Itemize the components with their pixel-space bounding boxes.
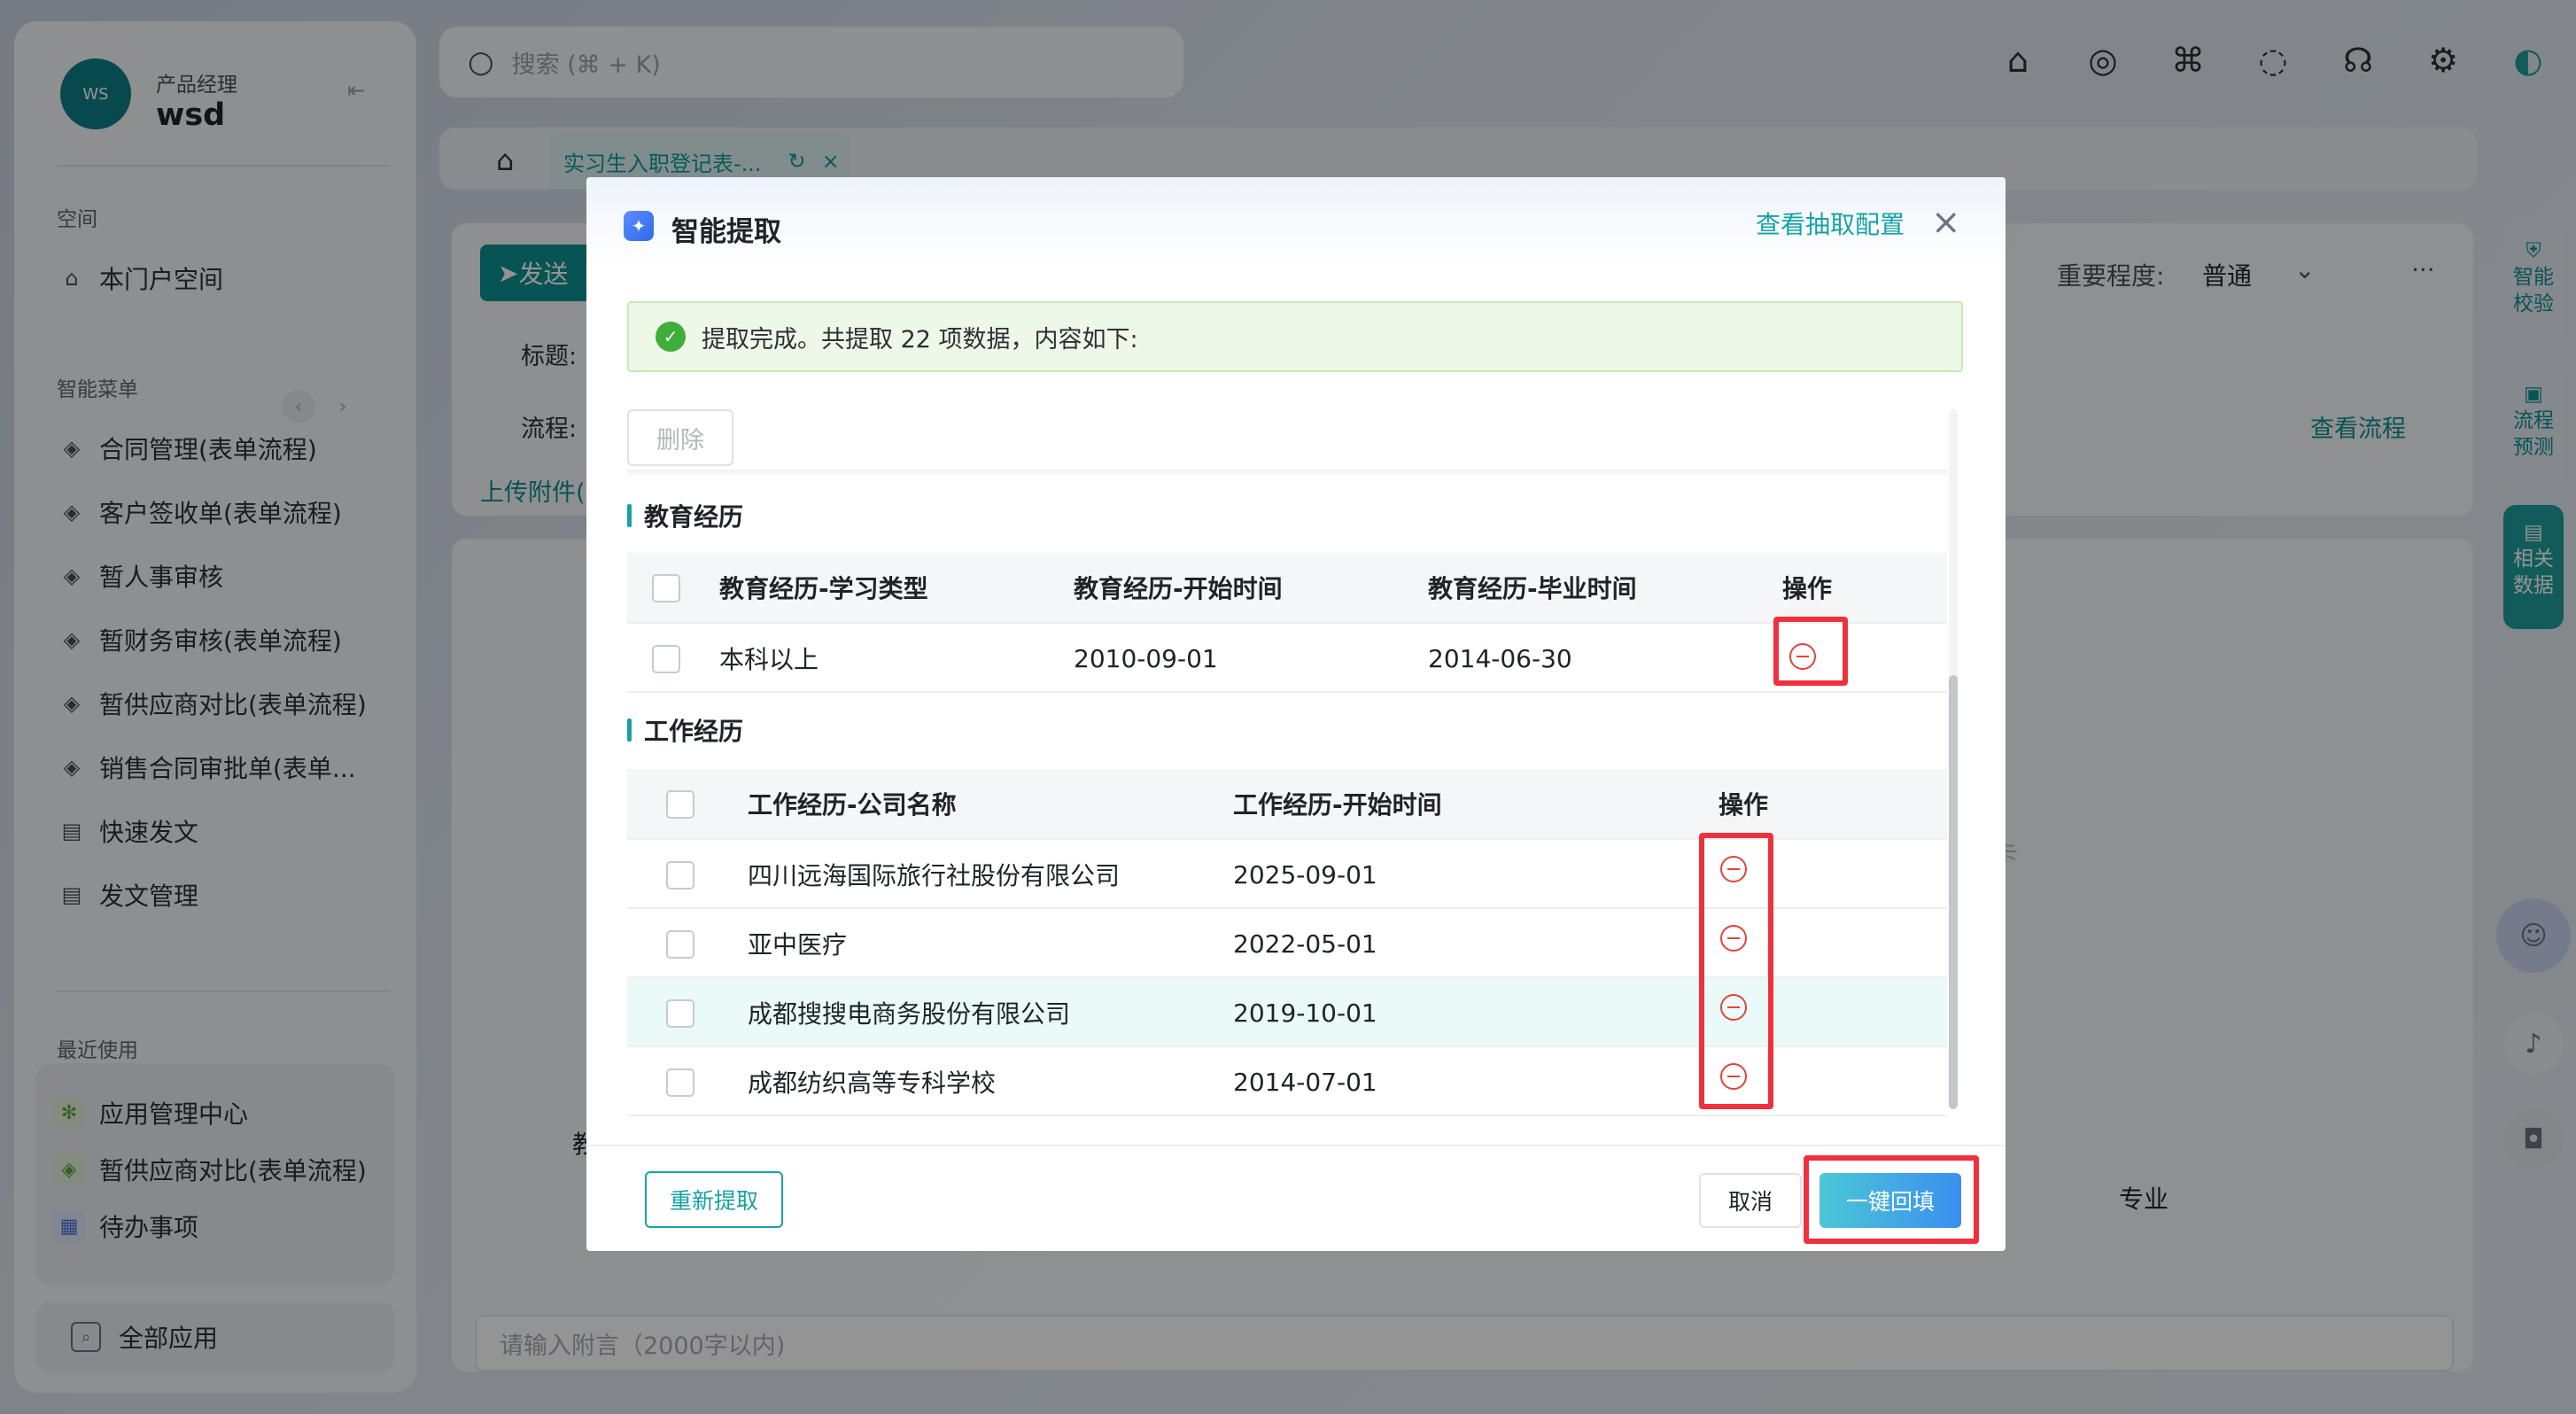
cell-start-date: 2025-09-01 <box>1233 859 1377 890</box>
row-checkbox[interactable] <box>666 930 694 959</box>
smart-extract-dialog: ✦ 智能提取 查看抽取配置 × ✓ 提取完成。共提取 22 项数据，内容如下: … <box>586 177 2006 1251</box>
row-checkbox[interactable] <box>652 645 680 673</box>
column-header: 教育经历-毕业时间 <box>1428 574 1637 603</box>
education-section-title: 教育经历 <box>627 498 743 533</box>
select-all-checkbox[interactable] <box>666 790 694 819</box>
table-header-row: 教育经历-学习类型 教育经历-开始时间 教育经历-毕业时间 操作 <box>627 553 1947 624</box>
section-accent-bar <box>627 719 632 742</box>
cell-start-date: 2022-05-01 <box>1233 928 1377 959</box>
cell-study-type: 本科以上 <box>719 645 819 674</box>
scroll-shadow <box>627 470 1947 477</box>
highlight-box <box>1804 1155 1979 1244</box>
cell-start-date: 2010-09-01 <box>1074 643 1218 673</box>
select-all-checkbox[interactable] <box>652 574 680 602</box>
table-header-row: 工作经历-公司名称 工作经历-开始时间 操作 <box>627 769 1947 840</box>
scrollbar-thumb[interactable] <box>1949 675 1958 1109</box>
column-header: 教育经历-开始时间 <box>1074 574 1283 603</box>
view-extract-config-link[interactable]: 查看抽取配置 <box>1756 206 1905 241</box>
highlight-box <box>1699 833 1773 1109</box>
cell-company: 成都纺织高等专科学校 <box>748 1068 997 1098</box>
cell-start-date: 2019-10-01 <box>1233 998 1377 1028</box>
section-accent-bar <box>627 504 632 527</box>
row-checkbox[interactable] <box>666 999 694 1028</box>
column-header: 教育经历-学习类型 <box>719 574 928 603</box>
close-icon[interactable]: × <box>1931 202 1961 243</box>
column-header: 操作 <box>1719 790 1769 820</box>
dialog-footer-divider <box>586 1145 2006 1146</box>
cell-company: 亚中医疗 <box>748 930 848 960</box>
education-table: 教育经历-学习类型 教育经历-开始时间 教育经历-毕业时间 操作 本科以上 20… <box>627 553 1947 695</box>
section-title-text: 教育经历 <box>644 502 744 532</box>
cancel-button[interactable]: 取消 <box>1699 1173 1802 1228</box>
work-section-title: 工作经历 <box>627 712 743 748</box>
highlight-box <box>1773 617 1848 686</box>
sparkle-icon: ✦ <box>624 211 654 241</box>
cell-company: 成都搜搜电商务股份有限公司 <box>748 999 1071 1029</box>
row-checkbox[interactable] <box>666 1068 694 1097</box>
check-circle-icon: ✓ <box>656 322 686 352</box>
section-title-text: 工作经历 <box>644 717 744 746</box>
dialog-title: 智能提取 <box>671 216 781 248</box>
vertical-scrollbar[interactable] <box>1949 409 1958 1109</box>
cell-end-date: 2014-06-30 <box>1428 643 1572 673</box>
column-header: 工作经历-开始时间 <box>1233 790 1442 820</box>
cell-company: 四川远海国际旅行社股份有限公司 <box>748 861 1121 890</box>
success-text: 提取完成。共提取 22 项数据，内容如下: <box>702 325 1138 354</box>
column-header: 工作经历-公司名称 <box>748 790 957 820</box>
delete-button[interactable]: 删除 <box>627 409 733 466</box>
success-alert: ✓ 提取完成。共提取 22 项数据，内容如下: <box>627 301 1963 372</box>
refetch-button[interactable]: 重新提取 <box>645 1171 783 1228</box>
table-row: 本科以上 2010-09-01 2014-06-30 <box>627 624 1947 693</box>
cell-start-date: 2014-07-01 <box>1233 1067 1377 1097</box>
row-checkbox[interactable] <box>666 861 694 890</box>
column-header: 操作 <box>1782 574 1833 603</box>
